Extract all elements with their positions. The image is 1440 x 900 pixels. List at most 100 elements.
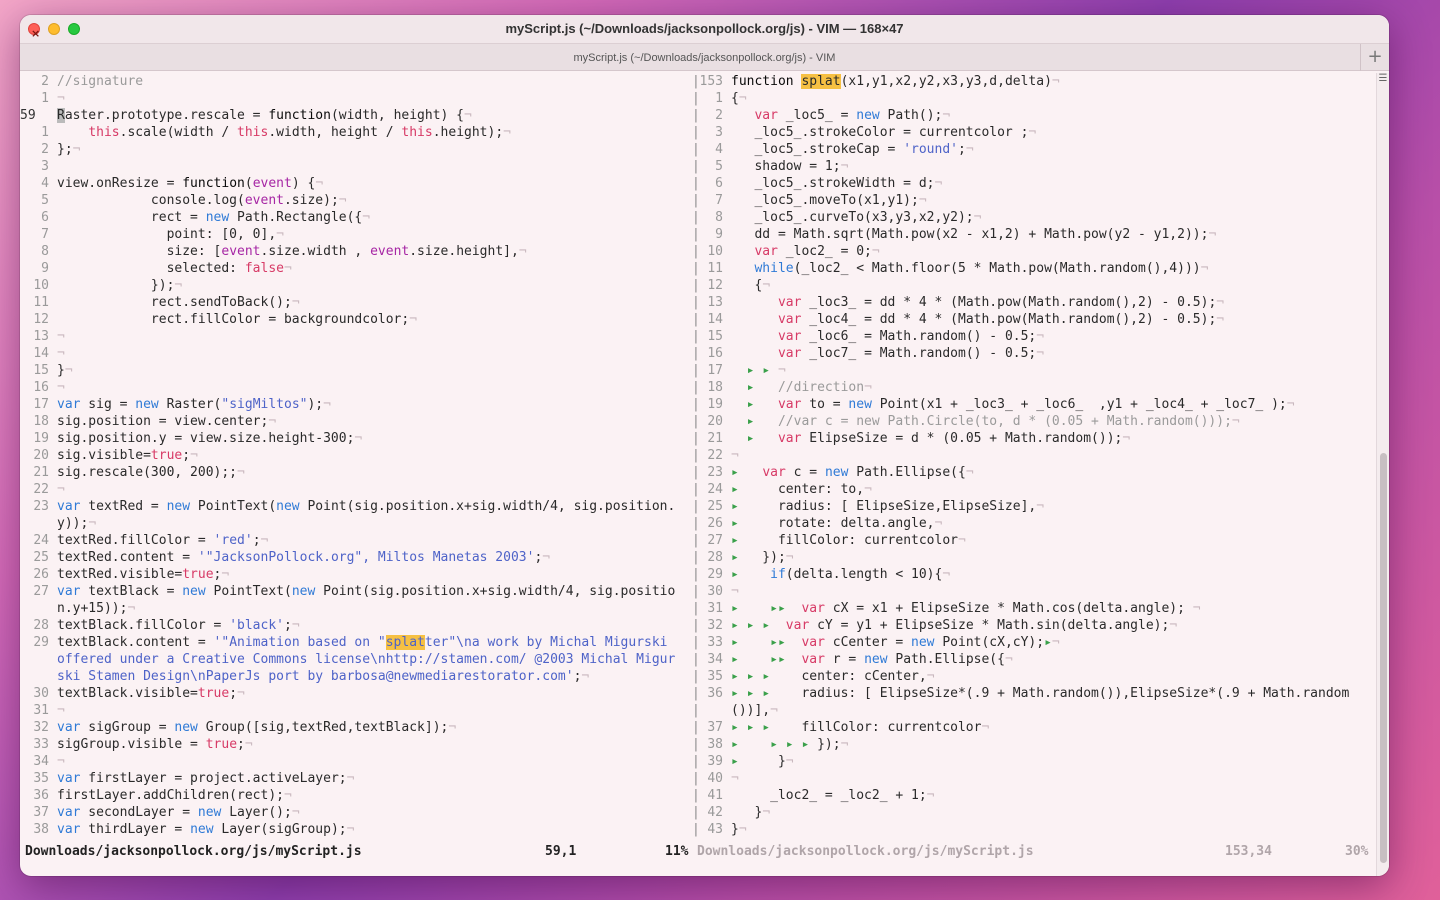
code-text[interactable]: }¬: [57, 363, 73, 378]
code-line[interactable]: 5 shadow = 1;¬: [696, 158, 1377, 175]
code-line[interactable]: 29 textBlack.content = '"Animation based …: [20, 634, 692, 651]
code-text[interactable]: ▸ //var c = new Path.Circle(to, d * (0.0…: [731, 414, 1240, 429]
code-line[interactable]: 1 ¬: [20, 90, 692, 107]
code-text[interactable]: Raster.prototype.rescale = function(widt…: [57, 108, 472, 123]
code-line[interactable]: 34 ¬: [20, 753, 692, 770]
code-text[interactable]: ¬: [57, 91, 65, 106]
editor-area[interactable]: 2//signature 1 ¬ 59 Raster.prototype.rescale…: [20, 73, 1377, 843]
code-line[interactable]: 41 _loc2_ = _loc2_ + 1;¬: [696, 787, 1377, 804]
code-text[interactable]: ¬: [57, 703, 65, 718]
code-line[interactable]: 40 ¬: [696, 770, 1377, 787]
code-line[interactable]: 28 ▸ });¬: [696, 549, 1377, 566]
code-line[interactable]: 3: [20, 158, 692, 175]
code-line[interactable]: 38 ▸ ▸ ▸ ▸ });¬: [696, 736, 1377, 753]
tab-myscript[interactable]: myScript.js (~/Downloads/jacksonpollock.…: [574, 52, 836, 64]
code-text[interactable]: ¬: [731, 771, 739, 786]
code-line[interactable]: 18 ▸ //direction¬: [696, 379, 1377, 396]
code-line[interactable]: 43}¬: [696, 821, 1377, 838]
code-text[interactable]: view.onResize = function(event) {¬: [57, 176, 323, 191]
code-text[interactable]: var firstLayer = project.activeLayer;¬: [57, 771, 354, 786]
code-line[interactable]: 37 ▸ ▸ ▸ fillColor: currentcolor¬: [696, 719, 1377, 736]
code-text[interactable]: sig.rescale(300, 200);;¬: [57, 465, 245, 480]
code-line[interactable]: 17 var sig = new Raster("sigMiltos");¬: [20, 396, 692, 413]
code-text[interactable]: shadow = 1;¬: [731, 159, 848, 174]
code-text[interactable]: sig.visible=true;¬: [57, 448, 198, 463]
code-line[interactable]: 59 Raster.prototype.rescale = function(wi…: [20, 107, 692, 124]
code-text[interactable]: offered under a Creative Commons license…: [57, 652, 675, 667]
code-line[interactable]: 23 ▸ var c = new Path.Ellipse({¬: [696, 464, 1377, 481]
code-text[interactable]: var _loc3_ = dd * 4 * (Math.pow(Math.ran…: [731, 295, 1224, 310]
code-line[interactable]: 39 ▸ }¬: [696, 753, 1377, 770]
code-line[interactable]: 36 ▸ ▸ ▸ radius: [ ElipseSize*(.9 + Math.…: [696, 685, 1377, 702]
code-line[interactable]: 7 _loc5_.moveTo(x1,y1);¬: [696, 192, 1377, 209]
code-text[interactable]: ▸ radius: [ ElipseSize,ElipseSize],¬: [731, 499, 1044, 514]
code-text[interactable]: //signature: [57, 74, 143, 89]
code-line[interactable]: 15}¬: [20, 362, 692, 379]
code-text[interactable]: var _loc4_ = dd * 4 * (Math.pow(Math.ran…: [731, 312, 1224, 327]
code-line[interactable]: 27 ▸ fillColor: currentcolor¬: [696, 532, 1377, 549]
code-line[interactable]: 12 rect.fillColor = backgroundcolor;¬: [20, 311, 692, 328]
code-line[interactable]: 153 function splat(x1,y1,x2,y2,x3,y3,d,de…: [696, 73, 1377, 90]
code-line[interactable]: 7 point: [0, 0],¬: [20, 226, 692, 243]
code-text[interactable]: var textRed = new PointText(new Point(si…: [57, 499, 675, 514]
code-text[interactable]: {¬: [731, 91, 747, 106]
code-text[interactable]: ¬: [57, 380, 65, 395]
code-text[interactable]: ▸ var c = new Path.Ellipse({¬: [731, 465, 974, 480]
code-text[interactable]: rect.fillColor = backgroundcolor;¬: [57, 312, 417, 327]
code-text[interactable]: _loc5_.strokeCap = 'round';¬: [731, 142, 973, 157]
code-text[interactable]: ▸ center: to,¬: [731, 482, 872, 497]
code-text[interactable]: sig.position = view.center;¬: [57, 414, 276, 429]
code-line[interactable]: 31 ▸ ▸▸ var cX = x1 + ElipseSize * Math.c…: [696, 600, 1377, 617]
code-line[interactable]: 25 ▸ radius: [ ElipseSize,ElipseSize],¬: [696, 498, 1377, 515]
left-split-pane[interactable]: 2//signature 1 ¬ 59 Raster.prototype.rescale…: [20, 73, 692, 843]
code-line[interactable]: 32 ▸ ▸ ▸ var cY = y1 + ElipseSize * Math.…: [696, 617, 1377, 634]
code-line[interactable]: 16 var _loc7_ = Math.random() - 0.5;¬: [696, 345, 1377, 362]
code-line[interactable]: 26 ▸ rotate: delta.angle,¬: [696, 515, 1377, 532]
code-text[interactable]: ▸ ▸ ▸ ▸ });¬: [731, 737, 848, 752]
code-text[interactable]: y));¬: [57, 516, 96, 531]
code-text[interactable]: ¬: [57, 346, 65, 361]
code-text[interactable]: dd = Math.sqrt(Math.pow(x2 - x1,2) + Mat…: [731, 227, 1216, 242]
code-text[interactable]: textRed.fillColor = 'red';¬: [57, 533, 268, 548]
code-text[interactable]: ())],¬: [731, 703, 778, 718]
code-line[interactable]: 1 this.scale(width / this.width, height …: [20, 124, 692, 141]
code-line[interactable]: 33 ▸ ▸▸ var cCenter = new Point(cX,cY);▸¬: [696, 634, 1377, 651]
code-line[interactable]: n.y+15));¬: [20, 600, 692, 617]
code-line[interactable]: 4 _loc5_.strokeCap = 'round';¬: [696, 141, 1377, 158]
code-line[interactable]: 18 sig.position = view.center;¬: [20, 413, 692, 430]
right-split-pane[interactable]: 153 function splat(x1,y1,x2,y2,x3,y3,d,de…: [696, 73, 1377, 843]
code-text[interactable]: ▸ ▸▸ var r = new Path.Ellipse({¬: [731, 652, 1013, 667]
code-line[interactable]: 23 var textRed = new PointText(new Point(…: [20, 498, 692, 515]
code-text[interactable]: ▸ var to = new Point(x1 + _loc3_ + _loc6…: [731, 397, 1295, 412]
code-text[interactable]: var sigGroup = new Group([sig,textRed,te…: [57, 720, 456, 735]
code-text[interactable]: ▸ ▸▸ var cX = x1 + ElipseSize * Math.cos…: [731, 601, 1201, 616]
code-line[interactable]: 38 var thirdLayer = new Layer(sigGroup);¬: [20, 821, 692, 838]
code-text[interactable]: ▸ ▸▸ var cCenter = new Point(cX,cY);▸¬: [731, 635, 1060, 650]
code-line[interactable]: ski Stamen Design\nPaperJs port by barbo…: [20, 668, 692, 685]
code-text[interactable]: }¬: [731, 805, 770, 820]
code-text[interactable]: size: [event.size.width , event.size.hei…: [57, 244, 527, 259]
code-line[interactable]: 21 ▸ var ElipseSize = d * (0.05 + Math.r…: [696, 430, 1377, 447]
code-line[interactable]: 9 selected: false¬: [20, 260, 692, 277]
code-line[interactable]: 30 ¬: [696, 583, 1377, 600]
code-line[interactable]: 2};¬: [20, 141, 692, 158]
code-line[interactable]: 6 _loc5_.strokeWidth = d;¬: [696, 175, 1377, 192]
code-text[interactable]: ¬: [731, 448, 739, 463]
scrollbar-menu-icon[interactable]: ☰: [1378, 73, 1388, 85]
code-line[interactable]: 9 dd = Math.sqrt(Math.pow(x2 - x1,2) + M…: [696, 226, 1377, 243]
code-line[interactable]: 22 ¬: [20, 481, 692, 498]
code-text[interactable]: var _loc5_ = new Path();¬: [731, 108, 950, 123]
code-line[interactable]: 14 ¬: [20, 345, 692, 362]
code-text[interactable]: var _loc7_ = Math.random() - 0.5;¬: [731, 346, 1044, 361]
code-text[interactable]: selected: false¬: [57, 261, 292, 276]
code-line[interactable]: 24 textRed.fillColor = 'red';¬: [20, 532, 692, 549]
code-text[interactable]: _loc2_ = _loc2_ + 1;¬: [731, 788, 934, 803]
code-line[interactable]: 22 ¬: [696, 447, 1377, 464]
code-line[interactable]: 8 _loc5_.curveTo(x3,y3,x2,y2);¬: [696, 209, 1377, 226]
code-line[interactable]: 24 ▸ center: to,¬: [696, 481, 1377, 498]
code-text[interactable]: point: [0, 0],¬: [57, 227, 284, 242]
code-text[interactable]: rect = new Path.Rectangle({¬: [57, 210, 370, 225]
code-line[interactable]: 14 var _loc4_ = dd * 4 * (Math.pow(Math.…: [696, 311, 1377, 328]
code-text[interactable]: ▸ var ElipseSize = d * (0.05 + Math.rand…: [731, 431, 1131, 446]
code-text[interactable]: function splat(x1,y1,x2,y2,x3,y3,d,delta…: [731, 74, 1060, 89]
